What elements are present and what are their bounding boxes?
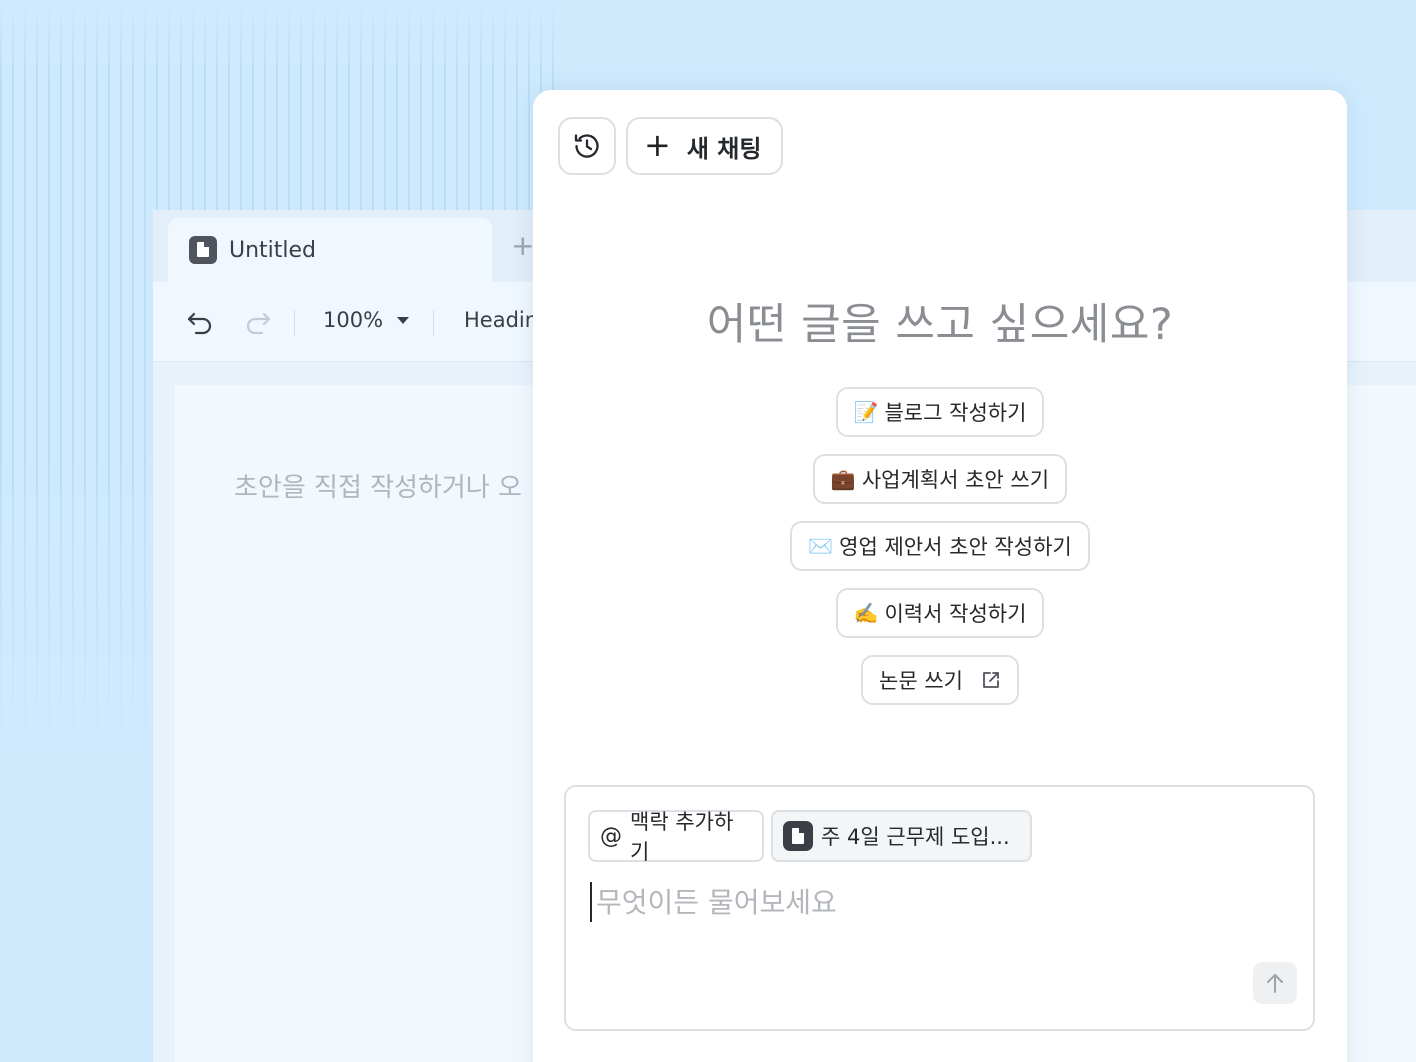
- suggestion-label: 영업 제안서 초안 작성하기: [839, 535, 1072, 559]
- zoom-value: 100%: [323, 308, 384, 332]
- suggestion-label: 사업계획서 초안 쓰기: [861, 468, 1050, 492]
- history-icon: [574, 134, 599, 158]
- external-link-icon: [983, 672, 999, 688]
- undo-icon[interactable]: [184, 306, 216, 338]
- suggestion-list: 📝 블로그 작성하기 💼 사업계획서 초안 쓰기 ✉️ 영업 제안서 초안 작성…: [533, 387, 1347, 722]
- document-icon: [783, 821, 813, 851]
- toolbar-divider: [294, 310, 295, 336]
- at-sign-icon: @: [600, 823, 622, 849]
- prompt-input[interactable]: [590, 882, 1280, 922]
- document-icon: [189, 236, 217, 264]
- toolbar-divider: [433, 310, 434, 336]
- new-tab-button[interactable]: +: [511, 232, 534, 260]
- tab-title: Untitled: [229, 237, 317, 263]
- suggestion-label: 블로그 작성하기: [884, 401, 1027, 425]
- new-chat-button[interactable]: + 새 채팅: [626, 117, 783, 175]
- suggestion-business-plan[interactable]: 💼 사업계획서 초안 쓰기: [812, 454, 1068, 504]
- briefcase-icon: 💼: [830, 467, 856, 491]
- redo-icon[interactable]: [242, 306, 274, 338]
- text-style-select[interactable]: Headin: [464, 308, 538, 332]
- plus-icon: +: [644, 126, 671, 164]
- context-document-label: 주 4일 근무제 도입...: [821, 825, 1010, 849]
- add-context-button[interactable]: @ 맥락 추가하기: [588, 810, 764, 864]
- chat-composer: @ 맥락 추가하기 주 4일 근무제 도입...: [564, 785, 1315, 1031]
- suggestion-label: 이력서 작성하기: [884, 602, 1027, 626]
- history-button[interactable]: [558, 117, 616, 175]
- chat-panel: + 새 채팅 어떤 글을 쓰고 싶으세요? 📝 블로그 작성하기 💼 사업계획서…: [533, 90, 1347, 1062]
- new-chat-label: 새 채팅: [686, 134, 762, 163]
- send-button[interactable]: [1253, 962, 1297, 1004]
- suggestion-label: 논문 쓰기: [879, 669, 963, 693]
- suggestion-blog[interactable]: 📝 블로그 작성하기: [835, 387, 1045, 437]
- caret-down-icon: [397, 316, 410, 324]
- envelope-icon: ✉️: [808, 534, 834, 558]
- suggestion-paper[interactable]: 논문 쓰기: [861, 655, 1019, 705]
- zoom-select[interactable]: 100%: [323, 308, 410, 332]
- writing-hand-icon: ✍️: [853, 601, 879, 625]
- memo-icon: 📝: [853, 400, 879, 424]
- chat-headline: 어떤 글을 쓰고 싶으세요?: [706, 300, 1174, 350]
- arrow-up-icon: [1267, 974, 1283, 993]
- context-document-chip[interactable]: 주 4일 근무제 도입...: [771, 810, 1032, 862]
- document-placeholder: 초안을 직접 작성하거나 오: [234, 473, 522, 503]
- suggestion-resume[interactable]: ✍️ 이력서 작성하기: [835, 588, 1045, 638]
- suggestion-sales-proposal[interactable]: ✉️ 영업 제안서 초안 작성하기: [790, 521, 1090, 571]
- add-context-label: 맥락 추가하기: [630, 810, 734, 864]
- tab-untitled[interactable]: Untitled: [168, 218, 492, 282]
